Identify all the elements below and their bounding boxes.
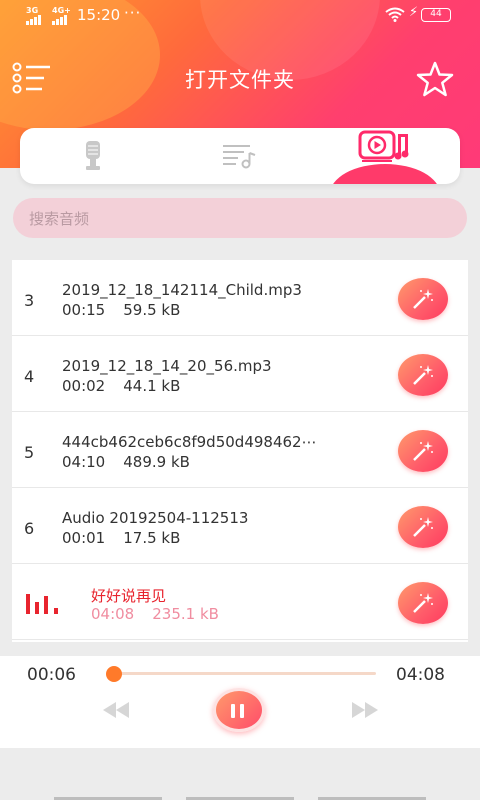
tab-playlist[interactable]	[166, 128, 312, 184]
file-name: 好好说再见	[91, 587, 167, 605]
file-duration: 04:10	[62, 453, 106, 471]
signal-3g: 3G	[26, 7, 44, 27]
tab-record[interactable]	[20, 128, 166, 184]
tab-video-audio[interactable]	[312, 128, 458, 184]
page-title: 打开文件夹	[185, 68, 295, 92]
microphone-icon	[86, 141, 100, 170]
magic-wand-icon	[413, 441, 433, 461]
pause-icon-bar	[240, 704, 244, 718]
list-item[interactable]: 5 444cb462ceb6c8f9d50d498462⋯ 04:10 489.9…	[12, 412, 468, 488]
file-meta: 04:10 489.9 kB	[62, 453, 208, 471]
file-name: 2019_12_18_14_20_56.mp3	[62, 357, 272, 375]
previous-button[interactable]	[100, 700, 132, 720]
status-more-dots: ···	[124, 4, 142, 22]
signal-bars-icon	[52, 15, 67, 25]
next-button[interactable]	[349, 700, 381, 720]
seek-bar[interactable]	[108, 672, 376, 675]
favorite-star-icon[interactable]	[415, 60, 455, 98]
rewind-icon	[103, 702, 116, 718]
file-meta: 00:15 59.5 kB	[62, 301, 198, 319]
category-tabs	[20, 128, 460, 184]
active-tab-indicator	[330, 164, 440, 184]
current-time: 00:06	[27, 665, 76, 685]
pause-icon	[231, 704, 235, 718]
file-meta: 00:02 44.1 kB	[62, 377, 198, 395]
battery-indicator: 44	[421, 8, 451, 22]
file-duration: 00:15	[62, 301, 106, 319]
seek-knob[interactable]	[106, 666, 123, 682]
file-size: 17.5 kB	[123, 529, 181, 547]
file-size: 44.1 kB	[123, 377, 181, 395]
magic-wand-button[interactable]	[398, 278, 448, 320]
item-index: 3	[24, 291, 35, 310]
file-size: 59.5 kB	[123, 301, 181, 319]
magic-wand-button[interactable]	[398, 430, 448, 472]
playlist-icon	[223, 145, 256, 169]
file-size: 489.9 kB	[123, 453, 190, 471]
file-duration: 00:01	[62, 529, 106, 547]
list-item[interactable]: 3 2019_12_18_142114_Child.mp3 00:15 59.5 …	[12, 260, 468, 336]
file-size: 235.1 kB	[152, 605, 219, 623]
item-index: 5	[24, 443, 35, 462]
list-item-playing[interactable]: 好好说再见 04:08 235.1 kB	[12, 564, 468, 640]
audio-player: 00:06 04:08	[0, 656, 480, 748]
magic-wand-icon	[413, 289, 433, 309]
magic-wand-button[interactable]	[398, 582, 448, 624]
file-meta: 04:08 235.1 kB	[91, 605, 237, 623]
fast-forward-icon	[352, 702, 365, 718]
charging-icon: ⚡	[409, 5, 419, 20]
file-duration: 00:02	[62, 377, 106, 395]
search-input[interactable]: 搜索音频	[13, 198, 467, 238]
magic-wand-button[interactable]	[398, 506, 448, 548]
file-name: Audio 20192504-112513	[62, 509, 249, 527]
search-placeholder: 搜索音频	[29, 210, 90, 228]
total-time: 04:08	[396, 665, 445, 685]
file-meta: 00:01 17.5 kB	[62, 529, 198, 547]
magic-wand-button[interactable]	[398, 354, 448, 396]
status-time: 15:20	[77, 6, 121, 24]
signal-4g: 4G+	[52, 7, 71, 27]
pause-button[interactable]	[213, 688, 265, 732]
signal-bars-icon	[26, 15, 41, 25]
file-duration: 04:08	[91, 605, 135, 623]
magic-wand-icon	[413, 593, 433, 613]
magic-wand-icon	[413, 365, 433, 385]
now-playing-equalizer-icon	[26, 594, 58, 614]
list-item[interactable]: 6 Audio 20192504-112513 00:01 17.5 kB	[12, 488, 468, 564]
item-index: 4	[24, 367, 35, 386]
file-name: 2019_12_18_142114_Child.mp3	[62, 281, 302, 299]
file-name: 444cb462ceb6c8f9d50d498462⋯	[62, 433, 317, 451]
magic-wand-icon	[413, 517, 433, 537]
wifi-icon	[385, 7, 405, 22]
status-bar: 3G 4G+ 15:20 ··· ⚡ 44	[0, 0, 480, 30]
list-item[interactable]: 4 2019_12_18_14_20_56.mp3 00:02 44.1 kB	[12, 336, 468, 412]
video-music-icon	[358, 130, 409, 162]
audio-file-list: 3 2019_12_18_142114_Child.mp3 00:15 59.5 …	[12, 260, 468, 642]
item-index: 6	[24, 519, 35, 538]
